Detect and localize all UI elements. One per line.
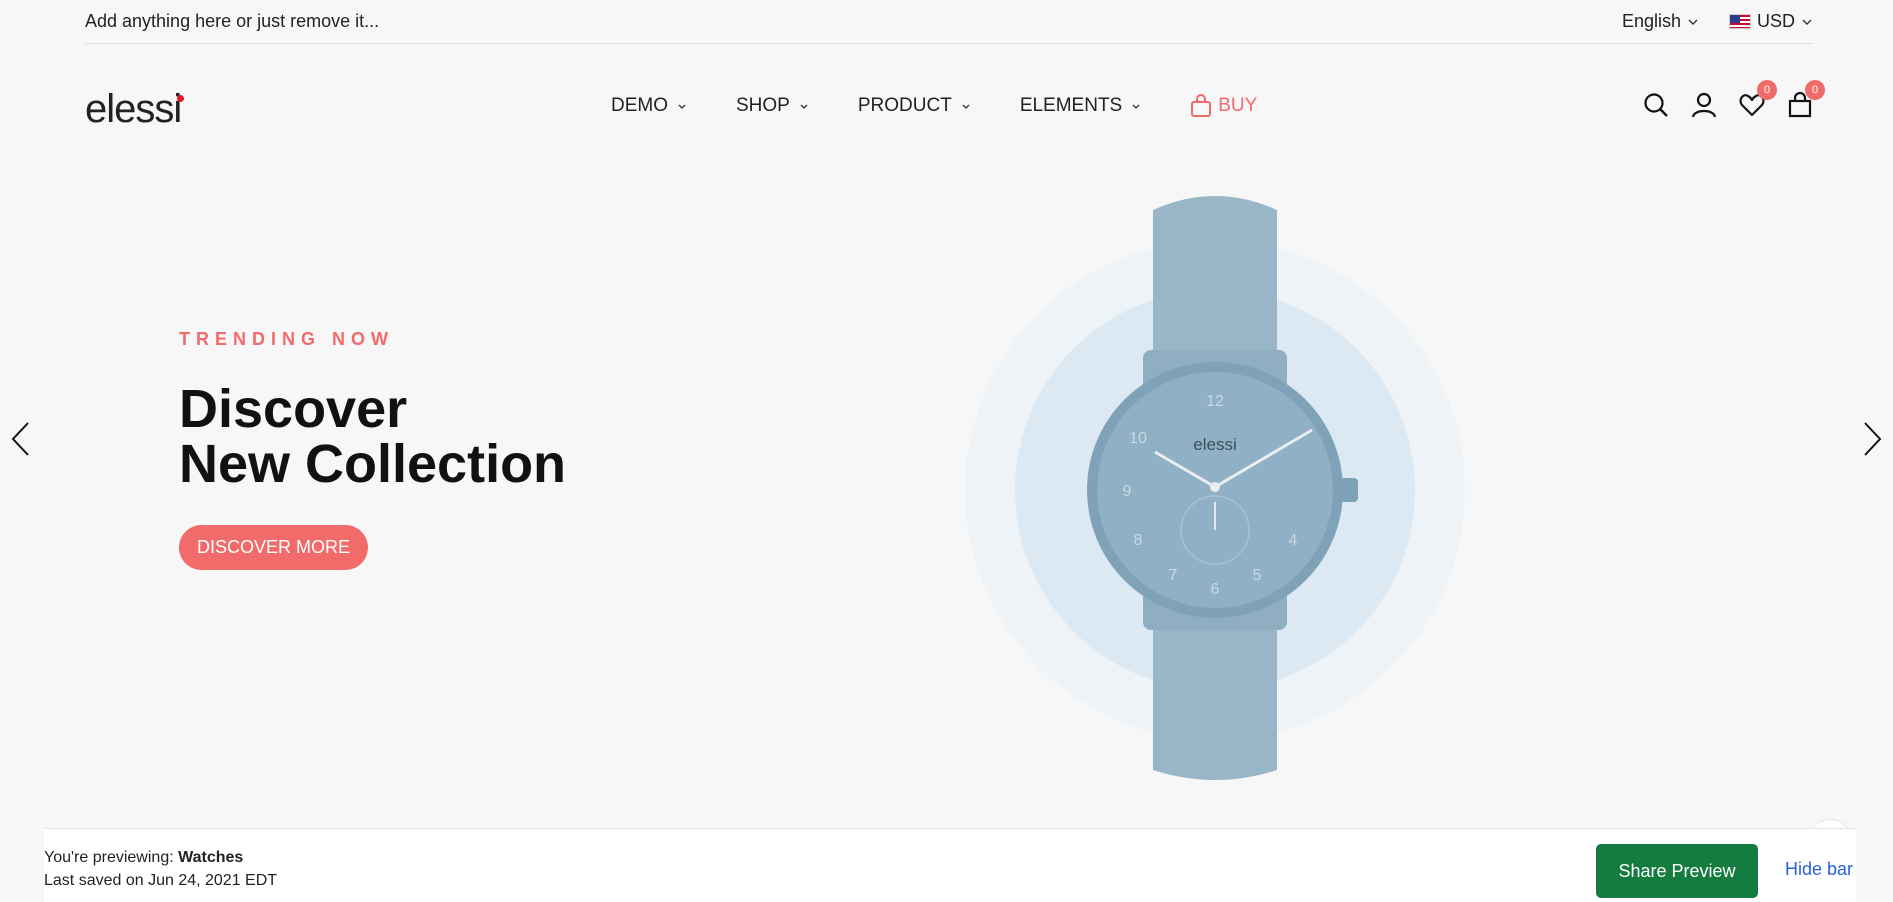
site-header: elessi DEMO SHOP PRODUCT ELEMENTS BUY 0 …	[85, 44, 1825, 174]
nav-label: DEMO	[611, 95, 668, 116]
preview-info: You're previewing: Watches	[44, 849, 243, 867]
dial-number: 4	[1289, 532, 1298, 549]
slider-prev-arrow-icon[interactable]	[8, 420, 32, 458]
hero-title-line1: Discover	[179, 379, 408, 439]
main-nav: DEMO SHOP PRODUCT ELEMENTS BUY	[611, 94, 1257, 118]
cart-count-badge: 0	[1805, 80, 1825, 100]
nav-label: ELEMENTS	[1019, 95, 1123, 116]
language-selector[interactable]: English	[1622, 11, 1699, 32]
site-logo[interactable]: elessi	[85, 86, 185, 132]
us-flag-icon	[1728, 14, 1751, 29]
chevron-down-icon	[962, 104, 970, 109]
chevron-down-icon	[800, 104, 808, 109]
nav-item-demo[interactable]: DEMO	[611, 95, 688, 117]
nav-item-shop[interactable]: SHOP	[736, 95, 810, 117]
chevron-down-icon	[678, 104, 686, 109]
theme-preview-bar: You're previewing: Watches Last saved on…	[44, 828, 1856, 902]
language-label: English	[1621, 11, 1681, 31]
dial-number: 6	[1211, 581, 1220, 598]
nav-label: SHOP	[736, 95, 790, 116]
search-button[interactable]	[1643, 92, 1669, 118]
hero-title: Discover New Collection	[179, 382, 566, 492]
share-preview-button[interactable]: Share Preview	[1596, 844, 1758, 898]
buy-label: BUY	[1218, 95, 1258, 116]
wishlist-count-badge: 0	[1757, 80, 1777, 100]
user-icon	[1691, 92, 1717, 118]
shopping-bag-icon	[1191, 94, 1212, 117]
last-saved-text: Last saved on Jun 24, 2021 EDT	[44, 872, 278, 889]
dial-number: 12	[1206, 393, 1224, 410]
nav-label: PRODUCT	[857, 95, 952, 116]
dial-number: 7	[1169, 567, 1178, 584]
account-button[interactable]	[1691, 92, 1717, 118]
dial-number: 5	[1253, 567, 1262, 584]
announcement-text: Add anything here or just remove it...	[85, 11, 380, 31]
currency-label: USD	[1756, 11, 1795, 31]
preview-theme-name: Watches	[178, 849, 244, 866]
hide-bar-link[interactable]: Hide bar	[1785, 859, 1853, 880]
watch-illustration: 12 10 9 8 7 6 5 4 elessi	[965, 196, 1465, 780]
header-icons: 0 0	[1643, 80, 1825, 118]
currency-selector[interactable]: USD	[1728, 11, 1813, 32]
cart-button[interactable]: 0	[1787, 80, 1825, 118]
hero-title-line2: New Collection	[179, 434, 567, 494]
dial-number: 9	[1123, 483, 1132, 500]
hero-subtitle: TRENDING NOW	[179, 329, 394, 349]
chevron-down-icon	[1802, 19, 1812, 25]
preview-prefix: You're previewing:	[44, 849, 174, 866]
wishlist-button[interactable]: 0	[1739, 80, 1777, 118]
logo-dot	[177, 94, 185, 102]
logo-text: elessi	[85, 86, 182, 131]
chevron-down-icon	[1132, 104, 1140, 109]
topbar-selectors: English USD	[1622, 11, 1813, 32]
dial-number: 10	[1129, 430, 1147, 447]
discover-more-button[interactable]: DISCOVER MORE	[179, 525, 368, 570]
slider-next-arrow-icon[interactable]	[1861, 420, 1885, 458]
watch-brand-text: elessi	[1193, 435, 1236, 454]
nav-item-product[interactable]: PRODUCT	[858, 95, 972, 117]
nav-item-elements[interactable]: ELEMENTS	[1020, 95, 1142, 117]
top-announcement-bar: Add anything here or just remove it... E…	[85, 0, 1813, 44]
search-icon	[1644, 93, 1668, 117]
dial-number: 8	[1134, 532, 1143, 549]
nav-item-buy[interactable]: BUY	[1190, 94, 1257, 118]
hero-watch-image: 12 10 9 8 7 6 5 4 elessi	[955, 190, 1475, 790]
chevron-down-icon	[1688, 19, 1698, 25]
